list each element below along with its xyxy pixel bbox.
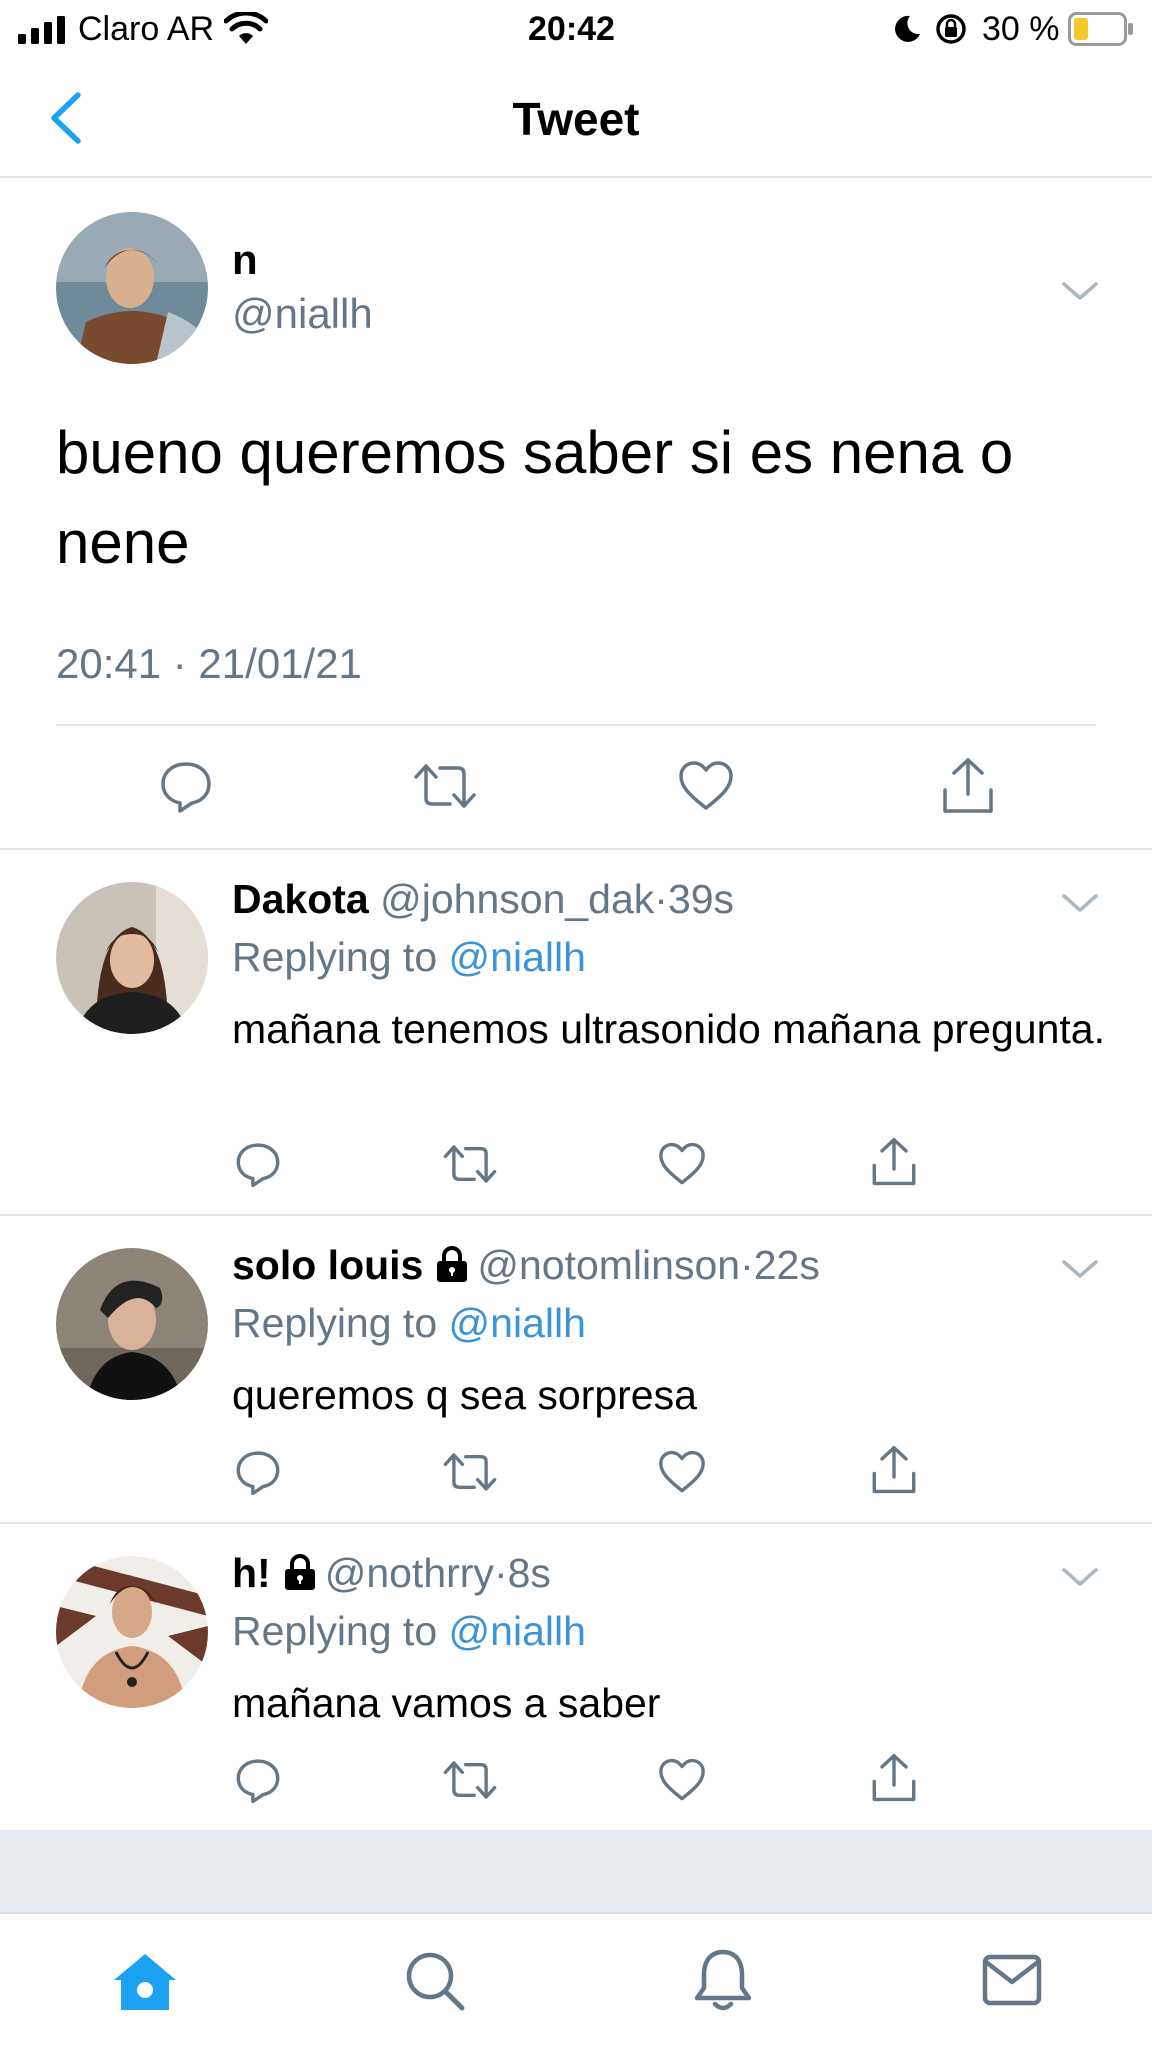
- retweet-icon[interactable]: [442, 1448, 498, 1496]
- reply-time: 39s: [667, 876, 735, 922]
- divider: [0, 1522, 1152, 1524]
- reply-author-handle[interactable]: @notomlinson: [477, 1242, 740, 1288]
- retweet-icon[interactable]: [442, 1756, 498, 1804]
- like-icon[interactable]: [678, 760, 734, 812]
- lock-icon: [281, 1553, 319, 1591]
- tab-bar: [0, 1912, 1152, 2048]
- like-icon[interactable]: [658, 1142, 706, 1186]
- reply-text: queremos q sea sorpresa: [232, 1372, 697, 1418]
- retweet-icon[interactable]: [412, 758, 478, 814]
- lock-icon: [433, 1245, 471, 1283]
- reply-author-name[interactable]: solo louis: [232, 1242, 423, 1288]
- reply-time: 8s: [507, 1550, 551, 1596]
- search-icon[interactable]: [404, 1950, 466, 2012]
- replying-to: Replying to @niallh: [232, 1300, 586, 1347]
- signal-bars-icon: [18, 16, 68, 44]
- divider: [0, 1214, 1152, 1216]
- feed-end-band: [0, 1830, 1152, 1912]
- reply-text: mañana vamos a saber: [232, 1680, 661, 1726]
- replying-label: Replying to: [232, 934, 438, 980]
- replying-label: Replying to: [232, 1300, 438, 1346]
- avatar[interactable]: [56, 1248, 208, 1400]
- reply-time: 22s: [753, 1242, 820, 1288]
- divider: [56, 724, 1096, 726]
- reply-author-name[interactable]: Dakota: [232, 876, 369, 922]
- tweet-text: bueno queremos saber si es nena o nene: [56, 419, 1014, 576]
- separator-dot: ·: [493, 1550, 508, 1596]
- notifications-icon[interactable]: [692, 1948, 754, 2014]
- like-icon[interactable]: [658, 1758, 706, 1802]
- nav-bar: Tweet: [0, 60, 1152, 178]
- reply-header: Dakota @johnson_dak·39s: [232, 876, 734, 923]
- messages-icon[interactable]: [982, 1954, 1042, 2006]
- avatar[interactable]: [56, 1556, 208, 1708]
- battery-percent: 30 %: [982, 10, 1060, 48]
- share-icon[interactable]: [870, 1752, 918, 1804]
- home-icon[interactable]: [112, 1952, 178, 2012]
- mention-link[interactable]: @niallh: [449, 1300, 586, 1346]
- author-handle[interactable]: @niallh: [232, 290, 373, 338]
- separator-dot: ·: [740, 1242, 754, 1288]
- status-bar: Claro AR 20:42 30 %: [0, 0, 1152, 60]
- reply-icon[interactable]: [234, 1140, 282, 1188]
- separator-dot: ·: [654, 876, 668, 922]
- page-title: Tweet: [512, 93, 640, 145]
- status-time: 20:42: [528, 10, 615, 48]
- chevron-down-icon[interactable]: [1060, 1562, 1100, 1592]
- carrier-label: Claro AR: [78, 10, 215, 48]
- divider: [0, 848, 1152, 850]
- reply-text: mañana tenemos ultrasonido mañana pregun…: [232, 1006, 1105, 1052]
- reply-author-handle[interactable]: @nothrry: [325, 1550, 494, 1596]
- reply-header: solo louis @notomlinson·22s: [232, 1242, 820, 1289]
- replying-to: Replying to @niallh: [232, 1608, 586, 1655]
- reply-author-handle[interactable]: @johnson_dak: [380, 876, 654, 922]
- reply-author-name[interactable]: h!: [232, 1550, 271, 1596]
- avatar[interactable]: [56, 882, 208, 1034]
- reply-icon[interactable]: [158, 758, 214, 814]
- chevron-down-icon[interactable]: [1060, 1254, 1100, 1284]
- avatar[interactable]: [56, 212, 208, 364]
- chevron-down-icon[interactable]: [1060, 276, 1100, 306]
- wifi-icon: [224, 12, 268, 46]
- moon-icon: [892, 14, 922, 44]
- share-icon[interactable]: [870, 1444, 918, 1496]
- mention-link[interactable]: @niallh: [449, 934, 586, 980]
- author-name[interactable]: n: [232, 236, 258, 284]
- like-icon[interactable]: [658, 1450, 706, 1494]
- reply-icon[interactable]: [234, 1756, 282, 1804]
- share-icon[interactable]: [940, 756, 996, 816]
- retweet-icon[interactable]: [442, 1140, 498, 1188]
- battery-icon: [1068, 12, 1134, 46]
- replying-label: Replying to: [232, 1608, 438, 1654]
- reply-header: h! @nothrry·8s: [232, 1550, 551, 1597]
- tweet-timestamp: 20:41 · 21/01/21: [56, 640, 362, 687]
- reply-icon[interactable]: [234, 1448, 282, 1496]
- share-icon[interactable]: [870, 1136, 918, 1188]
- mention-link[interactable]: @niallh: [449, 1608, 586, 1654]
- rotation-lock-icon: [934, 12, 968, 46]
- replying-to: Replying to @niallh: [232, 934, 586, 981]
- chevron-down-icon[interactable]: [1060, 888, 1100, 918]
